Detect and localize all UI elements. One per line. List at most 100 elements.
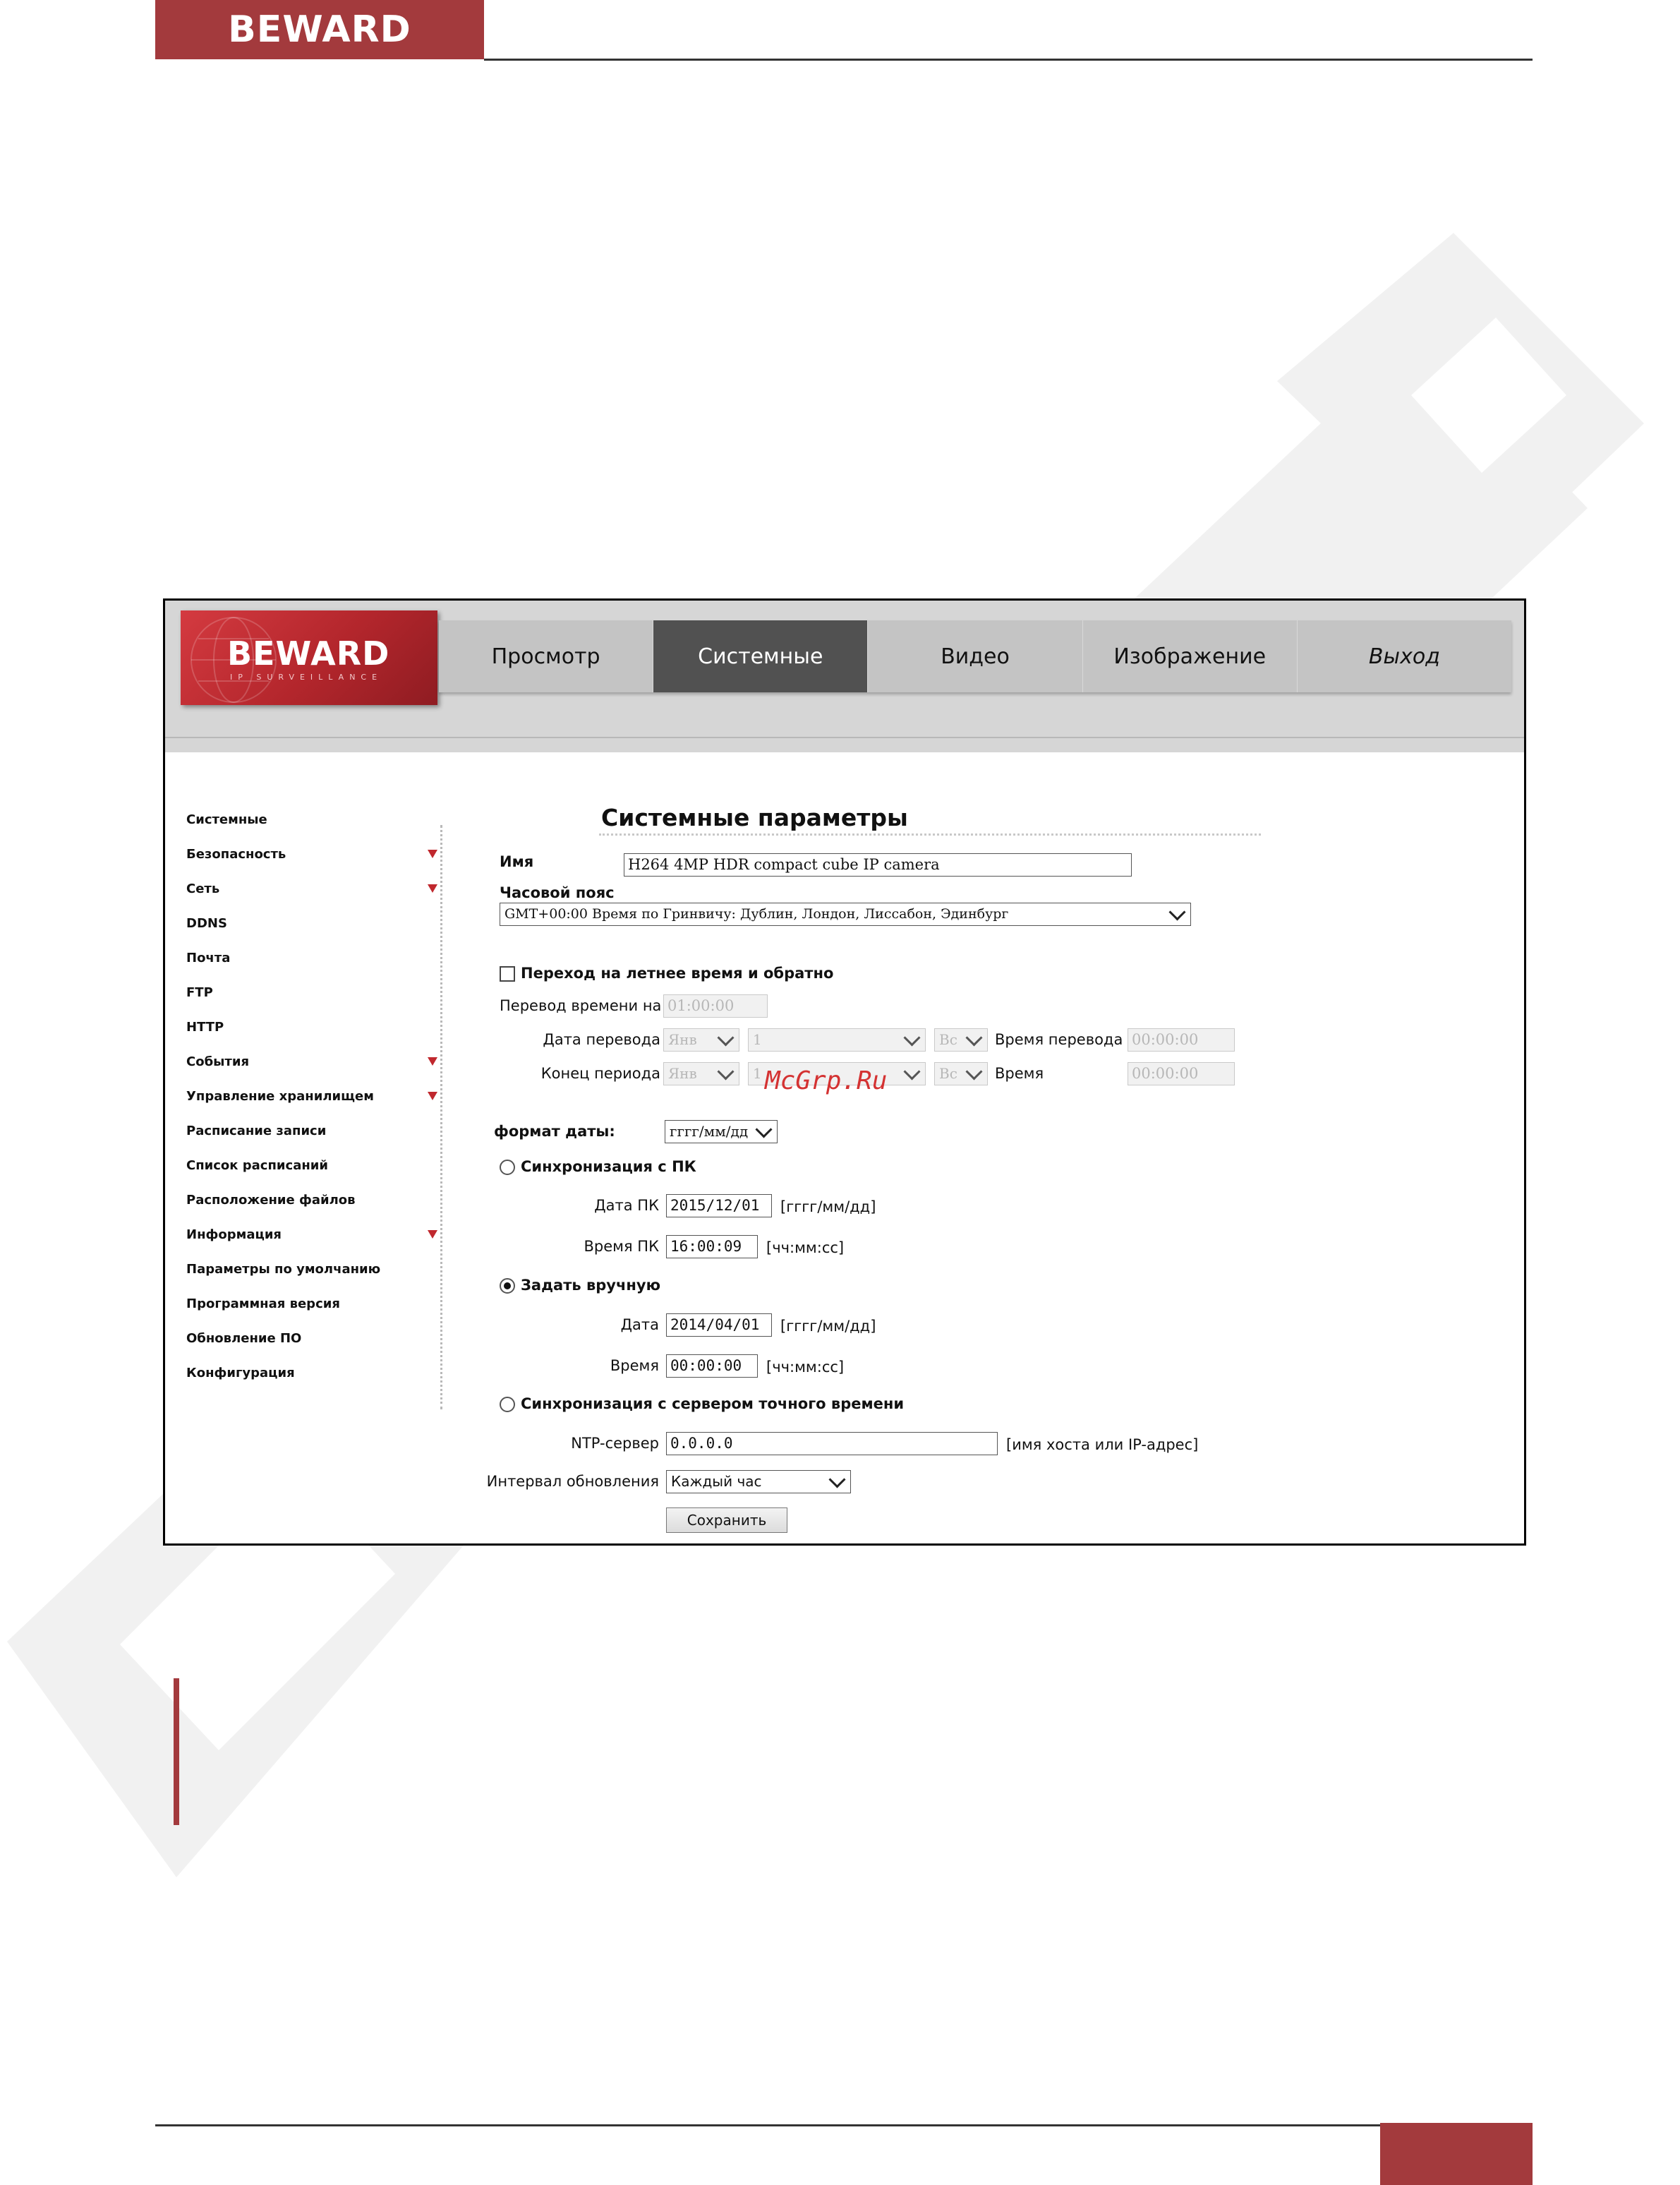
- sidebar-item-label: Сеть: [186, 881, 220, 896]
- select-value: 1: [753, 1065, 762, 1082]
- page-header-rule: [484, 59, 1533, 61]
- dst-start-time-input[interactable]: 00:00:00: [1128, 1028, 1235, 1052]
- expand-arrow-icon: [428, 1230, 437, 1239]
- sidebar-item-file-location[interactable]: Расположение файлов: [186, 1193, 440, 1221]
- date-format-label: формат даты:: [494, 1123, 615, 1140]
- chevron-down-icon: [828, 1471, 846, 1488]
- camera-logo-subtitle: IP SURVEILLANCE: [230, 673, 383, 682]
- sidebar-item-configuration[interactable]: Конфигурация: [186, 1366, 440, 1394]
- chevron-down-icon: [1168, 903, 1186, 921]
- camera-logo-brand: BEWARD: [227, 634, 390, 673]
- pc-time-input[interactable]: 16:00:09: [666, 1235, 758, 1258]
- dst-start-label: Дата перевода: [543, 1031, 660, 1048]
- select-value: Янв: [668, 1031, 697, 1048]
- select-value: 1: [753, 1031, 762, 1048]
- sync-pc-radio[interactable]: [500, 1160, 515, 1175]
- ntp-radio[interactable]: [500, 1397, 515, 1412]
- manual-time-input[interactable]: 00:00:00: [666, 1354, 758, 1378]
- chevron-down-icon: [903, 1029, 921, 1047]
- manual-time-hint: [чч:мм:сс]: [766, 1359, 845, 1376]
- sidebar-item-label: FTP: [186, 985, 213, 1000]
- manual-date-label: Дата: [620, 1316, 659, 1333]
- save-button[interactable]: Сохранить: [666, 1507, 787, 1533]
- dst-end-label: Конец периода: [540, 1065, 660, 1082]
- manual-date-input[interactable]: 2014/04/01: [666, 1313, 772, 1337]
- pc-date-hint: [гггг/мм/дд]: [780, 1198, 876, 1215]
- expand-arrow-icon: [428, 1057, 437, 1066]
- select-value: Вс: [939, 1065, 957, 1082]
- ntp-server-input[interactable]: 0.0.0.0: [666, 1432, 998, 1455]
- dst-end-time-input[interactable]: 00:00:00: [1128, 1062, 1235, 1085]
- chevron-down-icon: [903, 1063, 921, 1081]
- nav-tab-exit[interactable]: Выход: [1298, 620, 1511, 692]
- chevron-down-icon: [717, 1029, 735, 1047]
- sidebar-item-label: Управление хранилищем: [186, 1089, 374, 1104]
- sidebar-item-label: DDNS: [186, 916, 227, 931]
- sidebar-item-ddns[interactable]: DDNS: [186, 916, 440, 944]
- dst-start-month-select[interactable]: Янв: [663, 1028, 739, 1052]
- sidebar-item-events[interactable]: События: [186, 1054, 440, 1083]
- dst-start-weekday-select[interactable]: Вс: [934, 1028, 988, 1052]
- sidebar-item-firmware-version[interactable]: Программная версия: [186, 1296, 440, 1325]
- dst-end-month-select[interactable]: Янв: [663, 1062, 739, 1085]
- timezone-select-value: GMT+00:00 Время по Гринвичу: Дублин, Лон…: [504, 906, 1009, 922]
- name-input[interactable]: H264 4MP HDR compact cube IP camera: [624, 853, 1132, 877]
- sidebar-item-defaults[interactable]: Параметры по умолчанию: [186, 1262, 440, 1290]
- watermark-overlay-text: McGrp.Ru: [765, 1066, 888, 1095]
- title-divider: [599, 833, 1261, 836]
- sidebar-item-label: HTTP: [186, 1020, 224, 1035]
- nav-tab-system[interactable]: Системные: [653, 620, 869, 692]
- sidebar-item-schedule-list[interactable]: Список расписаний: [186, 1158, 440, 1186]
- sidebar-item-label: Почта: [186, 951, 231, 965]
- chevron-down-icon: [717, 1063, 735, 1081]
- manual-radio[interactable]: [500, 1278, 515, 1294]
- ntp-interval-label: Интервал обновления: [486, 1473, 659, 1490]
- sidebar-item-firmware-update[interactable]: Обновление ПО: [186, 1331, 440, 1359]
- sidebar-item-security[interactable]: Безопасность: [186, 847, 440, 875]
- nav-tab-image[interactable]: Изображение: [1083, 620, 1298, 692]
- pc-date-label: Дата ПК: [594, 1197, 659, 1214]
- header-divider: [165, 737, 1524, 738]
- sidebar-item-mail[interactable]: Почта: [186, 951, 440, 979]
- sidebar-item-ftp[interactable]: FTP: [186, 985, 440, 1013]
- expand-arrow-icon: [428, 884, 437, 893]
- footer-rule: [155, 2124, 1380, 2126]
- pc-date-input[interactable]: 2015/12/01: [666, 1194, 772, 1217]
- sidebar-item-network[interactable]: Сеть: [186, 881, 440, 910]
- pc-time-hint: [чч:мм:сс]: [766, 1239, 845, 1256]
- nav-tab-video[interactable]: Видео: [868, 620, 1083, 692]
- sidebar-item-label: Список расписаний: [186, 1158, 329, 1173]
- sidebar-item-label: Параметры по умолчанию: [186, 1262, 381, 1277]
- sidebar-item-label: Расписание записи: [186, 1124, 327, 1138]
- chevron-down-icon: [755, 1121, 773, 1138]
- date-format-select[interactable]: гггг/мм/дд: [665, 1120, 778, 1143]
- sidebar-item-storage[interactable]: Управление хранилищем: [186, 1089, 440, 1117]
- dst-checkbox[interactable]: [500, 966, 515, 982]
- select-value: Вс: [939, 1031, 957, 1048]
- name-label: Имя: [500, 853, 534, 870]
- dst-shift-input[interactable]: 01:00:00: [663, 994, 768, 1018]
- sidebar-item-label: Системные: [186, 812, 267, 827]
- nav-tab-view[interactable]: Просмотр: [439, 620, 654, 692]
- sidebar-item-info[interactable]: Информация: [186, 1227, 440, 1256]
- chevron-down-icon: [965, 1029, 983, 1047]
- timezone-label: Часовой пояс: [500, 884, 615, 901]
- page-title: Системные параметры: [601, 804, 908, 831]
- sidebar-item-label: Информация: [186, 1227, 282, 1242]
- select-value: гггг/мм/дд: [670, 1123, 749, 1140]
- sidebar-item-label: Конфигурация: [186, 1366, 295, 1380]
- sidebar-item-http[interactable]: HTTP: [186, 1020, 440, 1048]
- sync-pc-label: Синхронизация с ПК: [521, 1158, 696, 1175]
- dst-checkbox-label: Переход на летнее время и обратно: [521, 965, 834, 982]
- select-value: Янв: [668, 1065, 697, 1082]
- timezone-select[interactable]: GMT+00:00 Время по Гринвичу: Дублин, Лон…: [500, 903, 1191, 926]
- sidebar-item-label: Программная версия: [186, 1296, 340, 1311]
- dst-start-day-select[interactable]: 1: [748, 1028, 926, 1052]
- ntp-interval-select[interactable]: Каждый час: [666, 1470, 851, 1493]
- sidebar-item-record-schedule[interactable]: Расписание записи: [186, 1124, 440, 1152]
- sidebar-item-system[interactable]: Системные: [186, 812, 440, 841]
- ntp-server-hint: [имя хоста или IP-адрес]: [1006, 1436, 1199, 1453]
- camera-logo: BEWARD IP SURVEILLANCE: [181, 610, 437, 705]
- dst-end-weekday-select[interactable]: Вс: [934, 1062, 988, 1085]
- page-header-logo: BEWARD: [155, 0, 484, 59]
